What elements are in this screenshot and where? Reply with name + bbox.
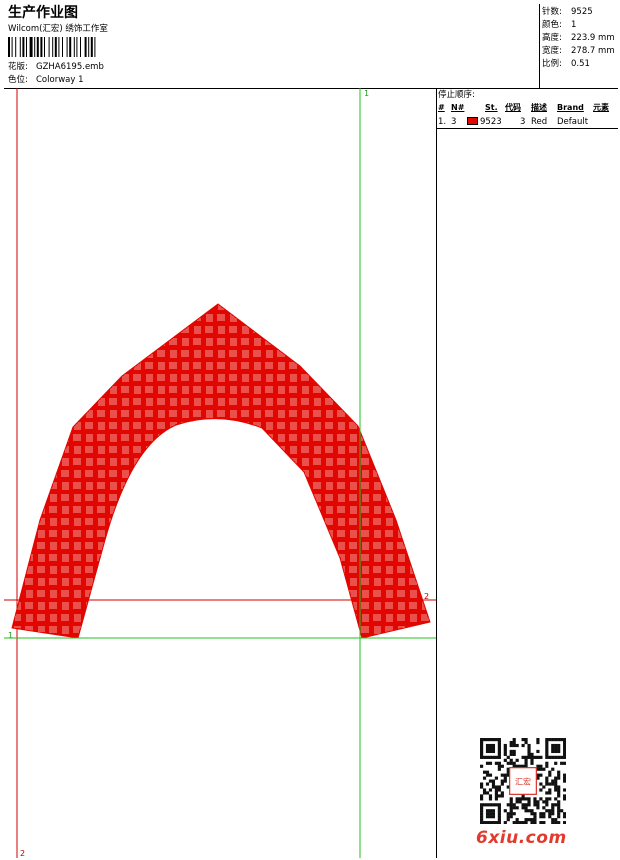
guide-label-red-bottom: 2 bbox=[20, 849, 26, 858]
watermark-logo: 6xiu.com bbox=[476, 828, 567, 848]
seal-stamp-text: 汇宏 bbox=[515, 776, 531, 786]
guide-label-green-top: 1 bbox=[364, 89, 370, 98]
embroidery-design-arch bbox=[11, 303, 431, 639]
embroidery-canvas bbox=[4, 88, 436, 858]
guide-label-green-left: 1 bbox=[8, 631, 14, 640]
qr-code: 汇宏 bbox=[480, 738, 566, 824]
guide-label-red-right: 2 bbox=[424, 592, 430, 601]
